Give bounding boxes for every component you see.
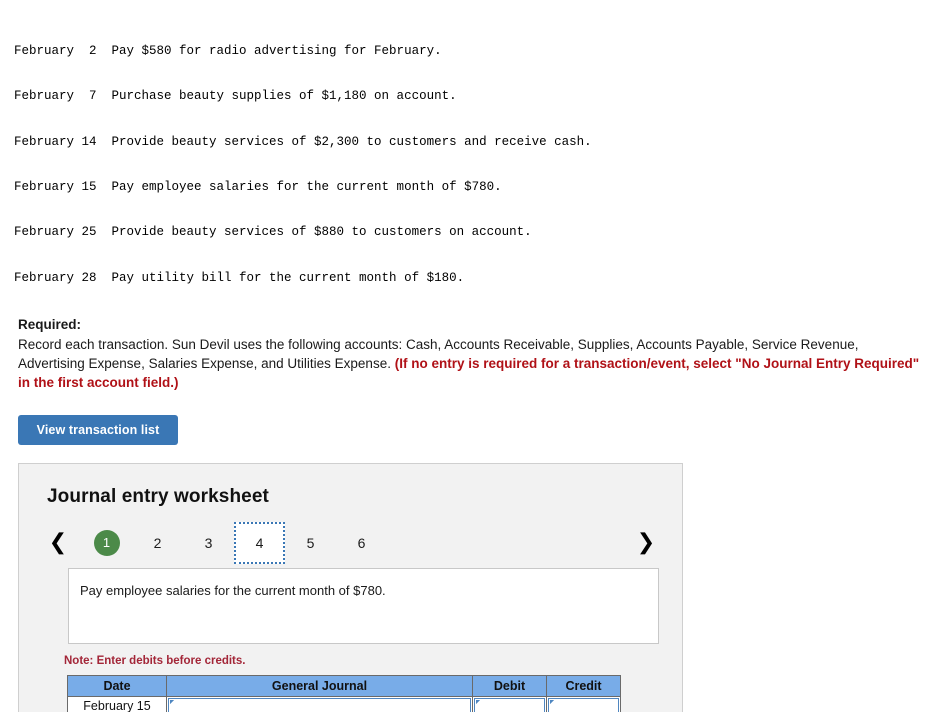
pager-page-6[interactable]: 6 xyxy=(336,522,387,564)
pager-page-label: 1 xyxy=(93,529,120,556)
journal-entry-worksheet-panel: Journal entry worksheet ❮ 1 2 3 4 5 6 ❯ … xyxy=(18,462,683,712)
debits-before-credits-note: Note: Enter debits before credits. xyxy=(64,654,246,667)
worksheet-pager: ❮ 1 2 3 4 5 6 ❯ xyxy=(45,521,659,564)
table-row: February 15 xyxy=(67,695,621,712)
pager-page-list: 1 2 3 4 5 6 xyxy=(81,521,387,564)
pager-page-1[interactable]: 1 xyxy=(81,522,132,564)
chevron-right-icon[interactable]: ❯ xyxy=(633,522,659,564)
credit-field[interactable] xyxy=(548,698,619,712)
pager-page-3[interactable]: 3 xyxy=(183,522,234,564)
required-heading: Required: xyxy=(18,316,82,332)
debit-input[interactable] xyxy=(472,695,547,712)
transaction-line: February 15 Pay employee salaries for th… xyxy=(14,180,502,195)
transaction-line: February 25 Provide beauty services of $… xyxy=(14,225,532,240)
column-header-debit: Debit xyxy=(472,674,547,697)
general-journal-field[interactable] xyxy=(168,698,471,712)
required-section: Required: Record each transaction. Sun D… xyxy=(18,315,923,392)
transaction-line: February 2 Pay $580 for radio advertisin… xyxy=(14,44,442,59)
column-header-general-journal: General Journal xyxy=(166,674,473,697)
view-transaction-list-button[interactable]: View transaction list xyxy=(18,414,178,445)
pager-page-2[interactable]: 2 xyxy=(132,522,183,564)
date-cell: February 15 xyxy=(67,695,167,712)
transaction-list: February 2 Pay $580 for radio advertisin… xyxy=(0,0,935,301)
transaction-line: February 7 Purchase beauty supplies of $… xyxy=(14,89,457,104)
pager-page-5[interactable]: 5 xyxy=(285,522,336,564)
column-header-date: Date xyxy=(67,674,167,697)
general-journal-input[interactable] xyxy=(166,695,473,712)
table-header-row: Date General Journal Debit Credit xyxy=(67,674,621,697)
transaction-line: February 14 Provide beauty services of $… xyxy=(14,134,592,149)
transaction-description-box: Pay employee salaries for the current mo… xyxy=(68,567,659,644)
credit-input[interactable] xyxy=(546,695,621,712)
debit-field[interactable] xyxy=(474,698,545,712)
journal-entry-table: Date General Journal Debit Credit Februa… xyxy=(67,674,621,712)
pager-page-4[interactable]: 4 xyxy=(234,521,285,564)
column-header-credit: Credit xyxy=(546,674,621,697)
chevron-left-icon[interactable]: ❮ xyxy=(45,522,71,564)
worksheet-title: Journal entry worksheet xyxy=(47,485,269,507)
transaction-line: February 28 Pay utility bill for the cur… xyxy=(14,270,465,285)
